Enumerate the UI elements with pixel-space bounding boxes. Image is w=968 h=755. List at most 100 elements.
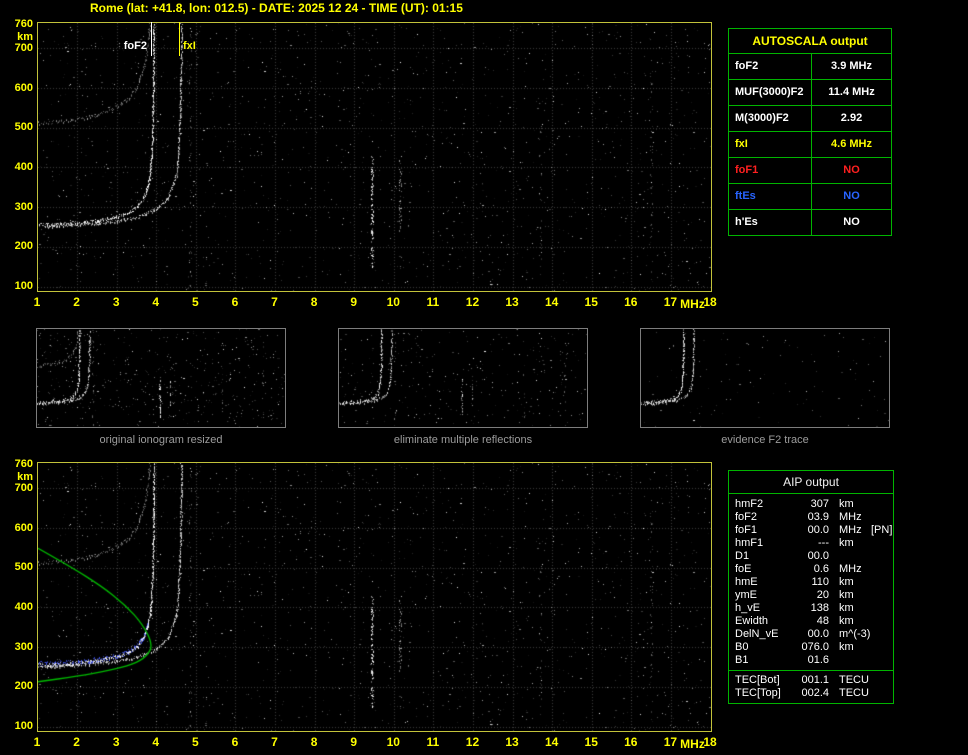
thumb-caption: original ionogram resized (99, 434, 223, 446)
autoscala-row-4: foF1 NO (729, 158, 891, 184)
y-tick-label: 600 (14, 81, 33, 94)
aip-row: foF1 00.0 MHz [PN] (729, 524, 893, 537)
y-tick-label: 760 (14, 17, 33, 30)
aip-param-value: 00.0 (807, 628, 829, 640)
aip-param-value: 00.0 (807, 524, 829, 536)
x-tick-label: 1 (33, 735, 41, 749)
aip-param-value: 00.0 (807, 550, 829, 562)
autoscala-row-3: fxI 4.6 MHz (729, 132, 891, 158)
thumb-evidence-f2-canvas (640, 328, 890, 428)
x-tick-label: 6 (231, 295, 239, 309)
aip-param-name: D1 (735, 550, 750, 562)
x-tick-label: 1 (33, 295, 41, 309)
ionogram-panel-bottom: 760 700 600 500 400 300 200 100 km 1 2 3 4 5 6 7 8 9 10 11 1… (0, 454, 724, 754)
thumb-original-canvas (36, 328, 286, 428)
y-tick-label: 700 (14, 41, 33, 54)
y-tick-label: 200 (14, 240, 33, 253)
aip-row: B1 01.6 (729, 654, 893, 667)
aip-row: TEC[Top] 002.4 TECU (729, 687, 893, 700)
aip-param-unit: km (839, 602, 854, 614)
aip-row: hmE 110 km (729, 576, 893, 589)
aip-param-value: 138 (810, 602, 829, 614)
aip-param-value: --- (818, 537, 829, 549)
aip-param-value: 110 (811, 576, 829, 588)
x-tick-label: 10 (386, 295, 400, 309)
aip-param-name: hmE (735, 576, 758, 588)
x-tick-label: 8 (310, 295, 318, 309)
aip-param-unit (829, 550, 871, 563)
aip-row: hmF1 --- km (729, 537, 893, 550)
aip-param-name: DelN_vE (735, 628, 779, 640)
thumb-caption: eliminate multiple reflections (393, 434, 533, 446)
autoscala-row-1: MUF(3000)F2 11.4 MHz (729, 80, 891, 106)
thumb-caption: evidence F2 trace (721, 434, 809, 446)
aip-param-name: foF1 (735, 524, 758, 536)
autoscala-param-value: 4.6 MHz (831, 138, 872, 150)
autoscala-output-table: AUTOSCALA output foF2 3.9 MHz MUF(3000)F… (728, 28, 892, 236)
aip-param-name: B1 (735, 654, 749, 666)
x-tick-label: 3 (112, 295, 120, 309)
aip-param-extra (871, 628, 887, 641)
aip-param-name: h_vE (735, 602, 761, 614)
aip-param-name: foF2 (735, 511, 758, 523)
aip-param-value: 01.6 (807, 654, 829, 666)
autoscala-param-name: h'Es (729, 210, 812, 235)
autoscala-param-name: MUF(3000)F2 (729, 80, 812, 105)
x-tick-label: 12 (465, 735, 480, 749)
aip-param-extra (871, 654, 887, 667)
fxi-marker-label: fxI (183, 40, 196, 52)
aip-param-extra (871, 589, 887, 602)
aip-row: Ewidth 48 km (729, 615, 893, 628)
y-tick-label: 300 (14, 200, 33, 213)
aip-param-extra (871, 602, 887, 615)
autoscala-param-value: NO (843, 164, 860, 176)
autoscala-param-value: 11.4 MHz (828, 86, 875, 98)
aip-row: hmF2 307 km (729, 498, 893, 511)
x-tick-label: 3 (112, 735, 120, 749)
y-tick-label: 760 (14, 457, 33, 470)
aip-param-extra (871, 576, 887, 589)
x-axis-unit-label: MHz (680, 737, 705, 751)
thumbnail-eliminate-reflections: eliminate multiple reflections (338, 328, 588, 450)
aip-param-unit: TECU (839, 687, 869, 699)
aip-param-name: foE (735, 563, 752, 575)
x-tick-label: 15 (584, 295, 598, 309)
x-tick-label: 4 (152, 295, 160, 309)
autoscala-param-value: 2.92 (840, 112, 863, 124)
aip-param-unit: MHz (839, 511, 862, 523)
aip-param-extra (871, 641, 887, 654)
x-tick-label: 14 (544, 295, 559, 309)
aip-param-value: 002.4 (801, 687, 829, 699)
aip-param-value: 48 (816, 615, 829, 627)
autoscala-table-title: AUTOSCALA output (729, 29, 891, 54)
autoscala-param-name: M(3000)F2 (729, 106, 812, 131)
page-title: Rome (lat: +41.8, lon: 012.5) - DATE: 20… (90, 1, 463, 15)
autoscala-param-value: NO (843, 190, 860, 202)
x-tick-label: 7 (271, 735, 278, 749)
autoscala-row-6: h'Es NO (729, 210, 891, 235)
x-tick-label: 2 (73, 295, 80, 309)
x-tick-label: 5 (192, 735, 199, 749)
x-tick-label: 2 (73, 735, 80, 749)
aip-param-extra (871, 511, 887, 524)
autoscala-param-value: NO (843, 216, 860, 228)
aip-row: foE 0.6 MHz (729, 563, 893, 576)
aip-param-unit (829, 654, 871, 667)
y-tick-label: 100 (14, 280, 33, 293)
autoscala-param-name: fxI (729, 132, 812, 157)
aip-param-unit: MHz (839, 563, 862, 575)
aip-param-name: B0 (735, 641, 749, 653)
thumb-eliminate-reflections-canvas (338, 328, 588, 428)
aip-param-name: hmF1 (735, 537, 764, 549)
x-tick-label: 15 (584, 735, 598, 749)
x-tick-label: 14 (544, 735, 559, 749)
aip-param-extra (871, 537, 887, 550)
autoscala-row-5: ftEs NO (729, 184, 891, 210)
x-tick-label: 11 (426, 735, 440, 749)
aip-output-table: AIP output hmF2 307 km foF2 03.9 MHz foF1 00.0 M… (728, 470, 894, 704)
aip-param-value: 307 (810, 498, 829, 510)
aip-param-unit: m^(-3) (839, 628, 871, 640)
x-tick-label: 17 (663, 735, 678, 749)
y-tick-label: 200 (14, 680, 33, 693)
y-tick-label: 100 (14, 720, 33, 733)
